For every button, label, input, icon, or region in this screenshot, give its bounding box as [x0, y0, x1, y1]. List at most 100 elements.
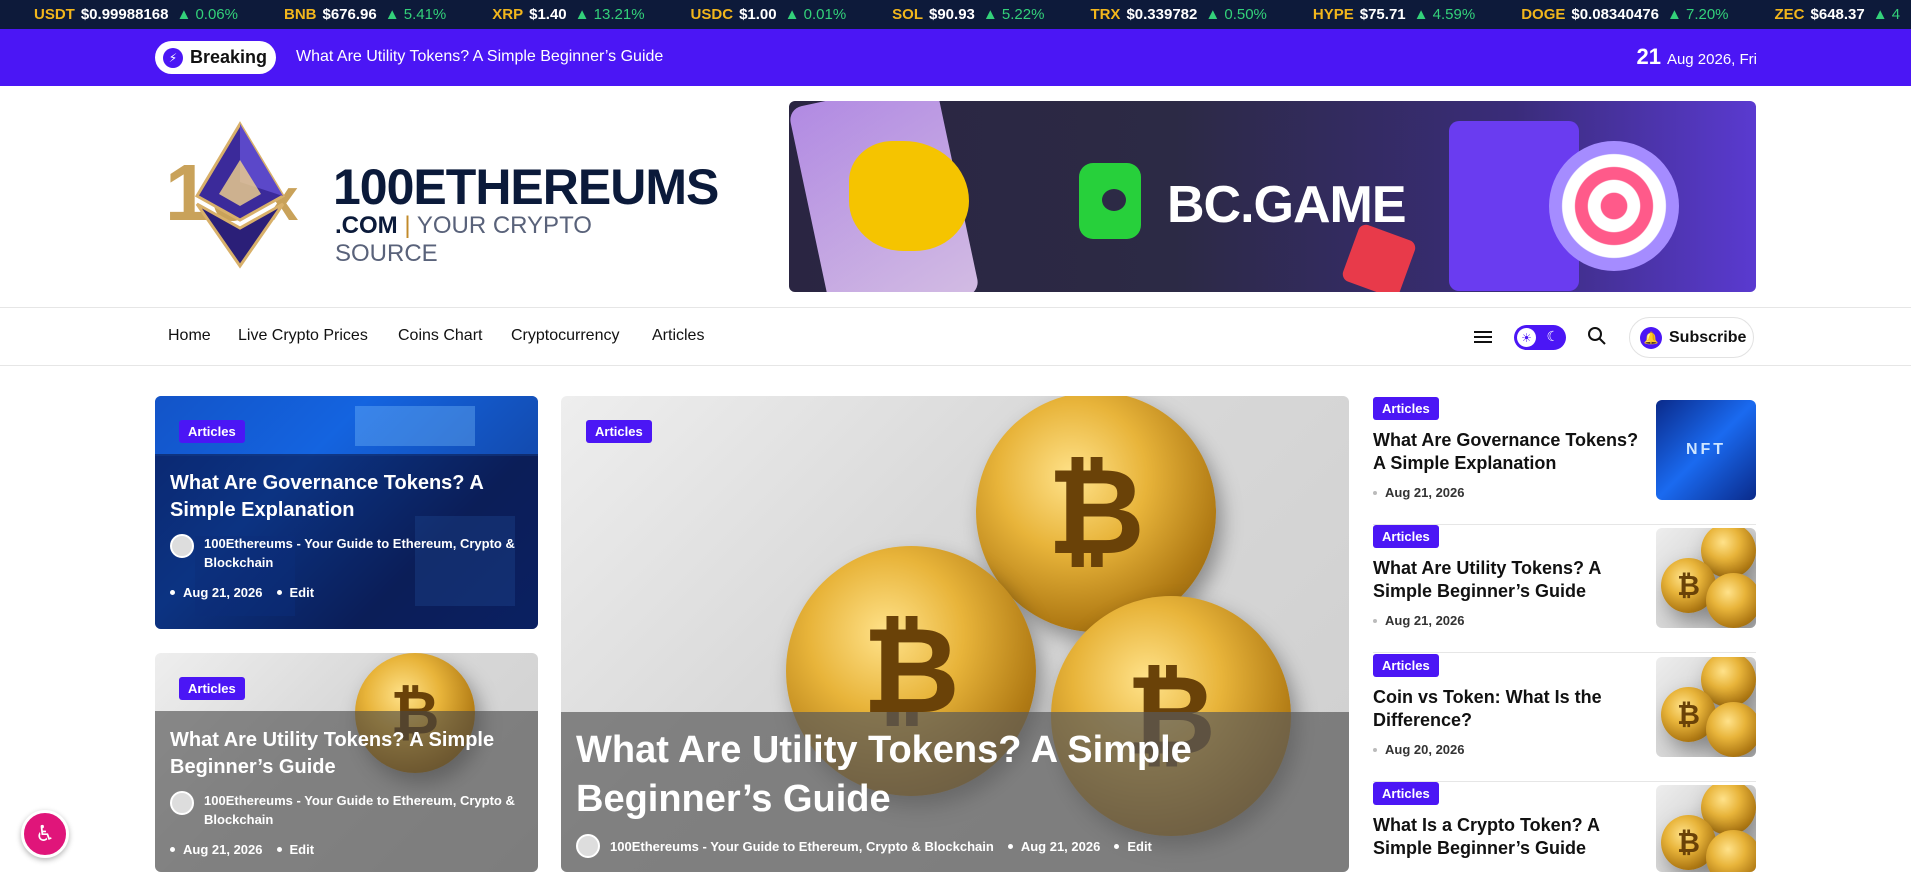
category-tag[interactable]: Articles — [1373, 782, 1439, 805]
price-ticker: USDT $0.99988168 ▲ 0.06% BNB $676.96 ▲ 5.41%… — [0, 0, 1911, 29]
ticker-item-trx[interactable]: TRX $0.339782 ▲ 0.50% — [1090, 6, 1266, 23]
nft-thumbnail[interactable]: NFT — [1656, 400, 1756, 500]
author-row[interactable]: 100Ethereums - Your Guide to Ethereum, C… — [170, 791, 520, 829]
site-logo[interactable]: 10 x 100ETHEREUMS .COM | YOUR CRYPTO SOU… — [165, 120, 719, 270]
bell-icon: 🔔 — [1640, 326, 1662, 349]
ticker-item-usdt[interactable]: USDT $0.99988168 ▲ 0.06% — [34, 6, 238, 23]
ticker-change: ▲ 0.50% — [1205, 6, 1267, 23]
nav-item-coins-chart[interactable]: Coins Chart — [398, 327, 482, 345]
ticker-item-xrp[interactable]: XRP $1.40 ▲ 13.21% — [492, 6, 644, 23]
author-name[interactable]: 100Ethereums - Your Guide to Ethereum, C… — [610, 839, 994, 854]
edit-link[interactable]: Edit — [1127, 839, 1152, 854]
nav-item-articles[interactable]: Articles — [652, 327, 704, 345]
featured-meta-row: 100Ethereums - Your Guide to Ethereum, C… — [576, 834, 1152, 858]
author-avatar — [170, 534, 194, 558]
author-row[interactable]: 100Ethereums - Your Guide to Ethereum, C… — [170, 534, 520, 572]
author-name: 100Ethereums - Your Guide to Ethereum, C… — [204, 536, 515, 570]
ticker-price: $90.93 — [929, 6, 975, 23]
category-tag[interactable]: Articles — [179, 677, 245, 700]
category-tag[interactable]: Articles — [1373, 654, 1439, 677]
article-card-utility-tokens[interactable]: ₿ Articles What Are Utility Tokens? A Si… — [155, 653, 538, 872]
ticker-symbol: DOGE — [1521, 6, 1566, 23]
nav-item-cryptocurrency[interactable]: Cryptocurrency — [511, 327, 619, 345]
sidebar-article[interactable]: Articles Coin vs Token: What Is the Diff… — [1373, 654, 1756, 782]
category-tag[interactable]: Articles — [1373, 525, 1439, 548]
logo-title: 100ETHEREUMS — [333, 159, 719, 215]
nft-thumbnail-label: NFT — [1685, 441, 1727, 458]
meta-row: Aug 21, 2026 Edit — [170, 585, 314, 600]
author-avatar — [170, 791, 194, 815]
sun-icon: ☀ — [1517, 328, 1536, 347]
card-title[interactable]: What Are Governance Tokens? A Simple Exp… — [170, 470, 510, 524]
target-graphic — [1549, 141, 1679, 271]
ticker-symbol: TRX — [1090, 6, 1121, 23]
main-navigation: Home Live Crypto Prices Coins Chart Cryp… — [0, 307, 1911, 366]
breaking-badge: ⚡ Breaking — [155, 41, 276, 74]
sidebar-article-title[interactable]: Coin vs Token: What Is the Difference? — [1373, 686, 1643, 732]
accessibility-icon[interactable]: ♿ — [21, 810, 69, 858]
author-avatar — [576, 834, 600, 858]
edit-link[interactable]: Edit — [290, 842, 315, 857]
nav-item-live-crypto-prices[interactable]: Live Crypto Prices — [238, 327, 368, 345]
date-rest: Aug 2026, Fri — [1666, 51, 1757, 68]
logo-dotcom: .COM — [335, 212, 398, 239]
coins-thumbnail[interactable]: ₿ — [1656, 785, 1756, 872]
ticker-change: ▲ 0.06% — [176, 6, 238, 23]
sidebar-article-date: Aug 21, 2026 — [1373, 485, 1465, 500]
hamburger-menu-icon[interactable] — [1474, 328, 1492, 346]
sidebar-article-title[interactable]: What Are Governance Tokens? A Simple Exp… — [1373, 429, 1643, 475]
category-tag[interactable]: Articles — [1373, 397, 1439, 420]
ticker-item-zec[interactable]: ZEC $648.37 ▲ 4 — [1775, 6, 1901, 23]
ticker-item-doge[interactable]: DOGE $0.08340476 ▲ 7.20% — [1521, 6, 1728, 23]
ticker-price: $676.96 — [322, 6, 377, 23]
bc-game-logo-eye — [1102, 189, 1126, 211]
sidebar-article[interactable]: Articles What Are Utility Tokens? A Simp… — [1373, 525, 1756, 653]
subscribe-button[interactable]: 🔔 Subscribe — [1629, 317, 1754, 358]
breaking-headline-link[interactable]: What Are Utility Tokens? A Simple Beginn… — [296, 48, 663, 66]
article-card-governance[interactable]: Articles What Are Governance Tokens? A S… — [155, 396, 538, 629]
coins-thumbnail[interactable]: ₿ — [1656, 657, 1756, 757]
ticker-change: ▲ 5.22% — [982, 6, 1045, 23]
ticker-price: $1.00 — [739, 6, 777, 23]
breaking-news-bar: ⚡ Breaking What Are Utility Tokens? A Si… — [0, 29, 1911, 86]
post-date: Aug 21, 2026 — [1385, 613, 1465, 628]
category-tag[interactable]: Articles — [179, 420, 245, 443]
ticker-change: ▲ 0.01% — [784, 6, 847, 23]
sidebar-article[interactable]: Articles What Are Governance Tokens? A S… — [1373, 397, 1756, 525]
meta-row: Aug 21, 2026 Edit — [170, 842, 314, 857]
nav-item-home[interactable]: Home — [168, 327, 211, 345]
ticker-symbol: USDC — [690, 6, 734, 23]
ticker-item-usdc[interactable]: USDC $1.00 ▲ 0.01% — [691, 6, 847, 23]
ticker-item-bnb[interactable]: BNB $676.96 ▲ 5.41% — [284, 6, 446, 23]
bc-game-ad-banner[interactable]: BC.GAME — [789, 101, 1756, 292]
subscribe-label: Subscribe — [1669, 328, 1747, 346]
date-day: 21 — [1636, 44, 1661, 69]
search-icon[interactable] — [1587, 326, 1607, 346]
ticker-change: ▲ 5.41% — [384, 6, 447, 23]
ticker-price: $0.08340476 — [1571, 6, 1659, 23]
ethereum-logo-icon: 10 x — [165, 121, 298, 269]
current-date: 21 Aug 2026, Fri — [1636, 44, 1757, 70]
post-date: Aug 21, 2026 — [1020, 838, 1101, 854]
banner-text: BC.GAME — [1167, 176, 1407, 234]
ticker-item-hype[interactable]: HYPE $75.71 ▲ 4.59% — [1313, 6, 1475, 23]
featured-title[interactable]: What Are Utility Tokens? A Simple Beginn… — [576, 726, 1276, 824]
ticker-symbol: ZEC — [1774, 6, 1805, 23]
sidebar-article[interactable]: Articles What Is a Crypto Token? A Simpl… — [1373, 782, 1756, 872]
dark-mode-toggle[interactable]: ☀ ☾ — [1514, 325, 1566, 350]
ticker-item-sol[interactable]: SOL $90.93 ▲ 5.22% — [892, 6, 1044, 23]
coins-thumbnail[interactable]: ₿ — [1656, 528, 1756, 628]
card-title[interactable]: What Are Utility Tokens? A Simple Beginn… — [170, 727, 510, 781]
ticker-change: ▲ 4.59% — [1413, 6, 1476, 23]
post-date: Aug 21, 2026 — [183, 842, 263, 857]
ticker-price: $648.37 — [1810, 6, 1865, 23]
sidebar-article-title[interactable]: What Are Utility Tokens? A Simple Beginn… — [1373, 557, 1643, 603]
post-date: Aug 20, 2026 — [1385, 742, 1465, 757]
category-tag[interactable]: Articles — [586, 420, 652, 443]
featured-article-card[interactable]: ₿ ₿ ₿ Articles What Are Utility Tokens? … — [561, 396, 1349, 872]
ticker-symbol: HYPE — [1312, 6, 1354, 23]
sidebar-article-title[interactable]: What Is a Crypto Token? A Simple Beginne… — [1373, 814, 1643, 860]
edit-link[interactable]: Edit — [290, 585, 315, 600]
ticker-symbol: SOL — [892, 6, 923, 23]
author-name: 100Ethereums - Your Guide to Ethereum, C… — [204, 793, 515, 827]
